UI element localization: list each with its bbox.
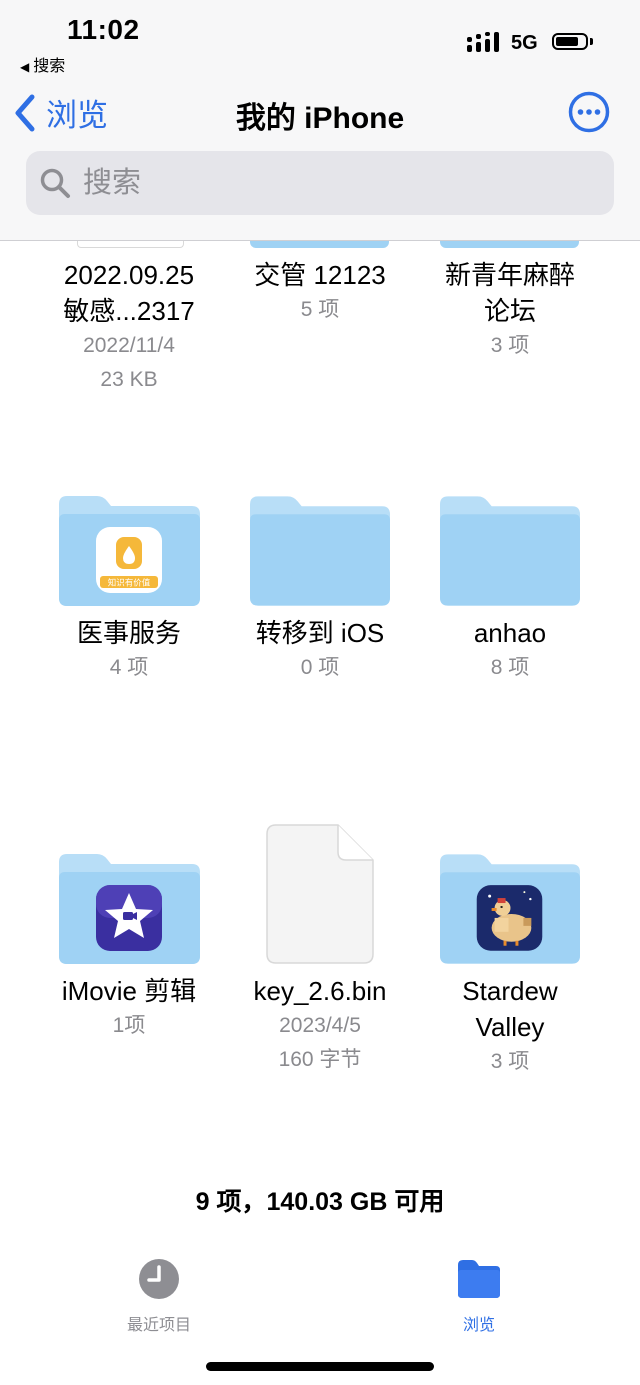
chevron-left-icon xyxy=(15,94,35,131)
item-name: 医事服务 xyxy=(76,618,181,648)
folder-item[interactable]: 医事服务 4 项 xyxy=(34,615,224,685)
tab-label: 最近项目 xyxy=(126,1317,191,1334)
folder-item[interactable]: 转移到 iOS 0 项 xyxy=(225,615,415,685)
home-indicator xyxy=(206,1362,434,1371)
item-name: Stardew xyxy=(462,976,558,1006)
item-date: 2023/4/5 xyxy=(279,1014,361,1037)
item-count: 8 项 xyxy=(490,656,530,679)
folder-icon[interactable]: 知识有价值 xyxy=(59,494,200,606)
tab-recents[interactable]: 最近项目 xyxy=(99,1258,219,1335)
file-icon[interactable] xyxy=(266,824,374,964)
network-type: 5G xyxy=(511,32,538,54)
tab-browse[interactable]: 浏览 xyxy=(419,1258,539,1335)
folder-item[interactable]: Stardew Valley 3 项 xyxy=(415,973,605,1079)
item-name: iMovie 剪辑 xyxy=(61,976,197,1006)
back-button[interactable]: 浏览 xyxy=(14,90,108,135)
folder-icon[interactable] xyxy=(440,494,580,606)
imovie-icon xyxy=(96,885,162,951)
search-bar[interactable] xyxy=(26,151,614,215)
file-thumbnail xyxy=(77,241,184,248)
folder-fill-icon xyxy=(458,1260,500,1298)
item-count: 3 项 xyxy=(490,1050,530,1073)
item-name: Valley xyxy=(475,1012,545,1042)
item-name: 新青年麻醉 xyxy=(444,260,575,290)
item-name: 敏感...2317 xyxy=(63,296,195,326)
search-icon xyxy=(40,168,70,198)
clock-icon xyxy=(139,1259,179,1299)
item-size: 23 KB xyxy=(100,368,158,391)
item-name: 交管 12123 xyxy=(254,260,386,290)
item-size: 160 字节 xyxy=(278,1048,362,1071)
battery-tip xyxy=(590,38,593,45)
app-badge-icon: 知识有价值 xyxy=(96,527,162,593)
folder-icon[interactable] xyxy=(250,494,390,606)
folder-icon xyxy=(440,241,579,248)
item-name: 论坛 xyxy=(483,296,536,326)
svg-text:知识有价值: 知识有价值 xyxy=(108,578,151,589)
battery-icon xyxy=(552,33,588,50)
ellipsis-circle-icon[interactable] xyxy=(568,91,610,133)
item-count: 4 项 xyxy=(109,656,149,679)
status-time: 11:02 xyxy=(67,14,140,45)
item-name: 2022.09.25 xyxy=(63,260,195,290)
item-count: 1项 xyxy=(112,1014,146,1037)
folder-item[interactable]: 新青年麻醉 论坛 3 项 xyxy=(415,257,605,363)
stardew-valley-icon xyxy=(476,885,543,951)
folder-item[interactable]: 交管 12123 5 项 xyxy=(225,257,415,327)
item-name: anhao xyxy=(473,618,547,648)
search-input[interactable] xyxy=(81,165,585,201)
back-app-label: 搜索 xyxy=(33,58,66,75)
file-item[interactable]: key_2.6.bin 2023/4/5 160 字节 xyxy=(225,973,415,1077)
storage-summary: 9 项，140.03 GB 可用 xyxy=(195,1188,445,1216)
tab-label: 浏览 xyxy=(462,1317,495,1334)
folder-item[interactable]: iMovie 剪辑 1项 xyxy=(34,973,224,1043)
back-to-app[interactable]: ◀ 搜索 xyxy=(20,52,65,76)
item-date: 2022/11/4 xyxy=(83,334,175,357)
item-count: 0 项 xyxy=(300,656,340,679)
item-name: key_2.6.bin xyxy=(253,976,387,1006)
folder-icon[interactable] xyxy=(440,852,580,964)
file-item[interactable]: 2022.09.25 敏感...2317 2022/11/4 23 KB xyxy=(34,257,224,397)
folder-icon[interactable] xyxy=(59,852,200,964)
item-name: 转移到 iOS xyxy=(255,618,385,648)
signal-icon xyxy=(467,32,499,52)
folder-item[interactable]: anhao 8 项 xyxy=(415,615,605,685)
item-count: 5 项 xyxy=(300,298,340,321)
folder-icon xyxy=(250,241,389,248)
back-label: 浏览 xyxy=(46,98,108,133)
item-count: 3 项 xyxy=(490,334,530,357)
back-triangle-icon: ◀ xyxy=(20,60,30,74)
